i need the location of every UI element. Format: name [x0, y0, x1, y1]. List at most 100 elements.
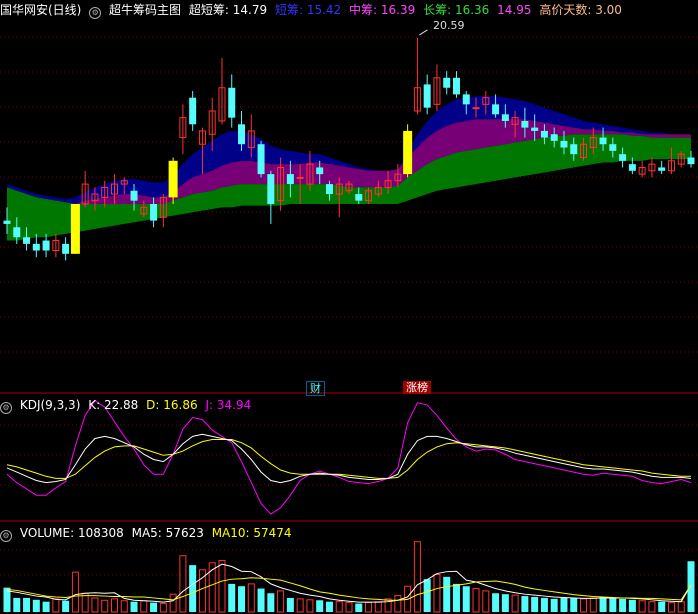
- volume-bar-down: [550, 598, 558, 612]
- down-candle-body: [570, 144, 578, 155]
- volume-bar-up: [580, 598, 588, 613]
- down-candle-body: [550, 134, 558, 141]
- down-candle-body: [13, 227, 21, 238]
- down-candle-body: [628, 164, 636, 171]
- volume-ma5: MA5: 57623: [132, 526, 204, 540]
- kdj-j-line: [6, 400, 692, 515]
- volume-bar-down: [452, 583, 460, 612]
- volume-ma10-label: MA10:: [211, 526, 250, 540]
- volume-bar-down: [540, 597, 548, 612]
- down-candle-body: [687, 157, 695, 165]
- down-candle-body: [423, 84, 431, 108]
- down-candle-body: [150, 204, 158, 221]
- down-candle-body: [599, 137, 607, 145]
- down-candle-body: [267, 174, 275, 204]
- down-candle-body: [658, 167, 666, 171]
- volume-bar-down: [570, 597, 578, 612]
- ind-short: 短筹: 15.42: [275, 3, 341, 17]
- settings-icon[interactable]: ⚙: [89, 7, 102, 19]
- volume-bar-down: [62, 600, 70, 612]
- volume-ma5-value: 57623: [165, 526, 204, 540]
- down-candle-body: [32, 243, 40, 251]
- volume-bar-up: [384, 598, 392, 613]
- volume-bar-up: [306, 599, 314, 613]
- ind-short-label: 短筹:: [274, 3, 303, 17]
- down-candle-body: [62, 243, 70, 254]
- limit-up-candle: [70, 204, 80, 254]
- volume-bar-down: [130, 601, 138, 612]
- volume-bar-down: [238, 586, 246, 612]
- financial-report-marker[interactable]: 财: [306, 381, 325, 396]
- volume-name[interactable]: VOLUME:: [20, 526, 74, 540]
- volume-bar-down: [599, 597, 607, 612]
- down-candle-body: [531, 127, 539, 131]
- volume-bar-up: [169, 593, 177, 613]
- volume-bar-up: [179, 555, 187, 613]
- volume-bar-up: [71, 571, 79, 613]
- volume-bar-down: [492, 593, 500, 612]
- volume-bar-up: [511, 594, 519, 613]
- kdj-k: K: 22.88: [88, 398, 138, 412]
- down-candle-body: [23, 237, 31, 244]
- volume-bar-up: [101, 599, 109, 613]
- ind-long: 长筹: 16.36: [423, 3, 489, 17]
- down-candle-body: [452, 77, 460, 95]
- down-candle-body: [189, 97, 197, 125]
- up-candle-body: [296, 176, 304, 179]
- kdj-settings-icon[interactable]: ⚙: [0, 402, 12, 414]
- volume-header: ⚙ VOLUME: 108308 MA5: 57623 MA10: 57474: [0, 525, 296, 542]
- ind-highdays-value: 3.00: [595, 3, 622, 17]
- ind-mid-value: 16.39: [380, 3, 416, 17]
- down-candle-body: [443, 77, 451, 88]
- volume-ma10-value: 57474: [253, 526, 292, 540]
- volume-bar-up: [52, 598, 60, 613]
- volume-bar-down: [13, 597, 21, 612]
- down-candle-body: [325, 184, 333, 195]
- ind-ultrashort-label: 超短筹:: [188, 3, 229, 17]
- kdj-header: ⚙ KDJ(9,3,3) K: 22.88 D: 16.86 J: 34.94: [0, 397, 255, 414]
- down-candle-body: [609, 144, 617, 151]
- kdj-j-value: 34.94: [216, 398, 252, 412]
- volume-bar-down: [257, 588, 265, 612]
- volume-bar-down: [609, 597, 617, 612]
- volume-bar-up: [433, 574, 441, 613]
- volume-bar-down: [443, 576, 451, 612]
- down-candle-body: [462, 94, 470, 105]
- volume-settings-icon[interactable]: ⚙: [0, 530, 12, 542]
- volume-ma10: MA10: 57474: [212, 526, 292, 540]
- volume-bar-down: [325, 601, 333, 612]
- limit-up-list-marker[interactable]: 涨榜: [403, 381, 431, 394]
- down-candle-body: [228, 87, 236, 118]
- ind-short-value: 15.42: [306, 3, 342, 17]
- volume-bar-down: [531, 597, 539, 612]
- volume-bar-down: [267, 593, 275, 612]
- volume-bar-down: [658, 601, 666, 612]
- ind-long-value: 16.36: [454, 3, 490, 17]
- ind-extra-value: 14.95: [497, 3, 532, 17]
- volume-bar-up: [648, 601, 656, 613]
- volume-bar-up: [159, 603, 167, 613]
- down-candle-body: [501, 114, 509, 121]
- volume-bar-down: [628, 599, 636, 612]
- down-candle-body: [130, 190, 138, 201]
- kdj-j-label: J:: [205, 398, 214, 412]
- kdj-k-label: K:: [88, 398, 101, 412]
- volume-bar-down: [189, 565, 197, 612]
- volume-bar-up: [345, 602, 353, 613]
- kdj-d-value: 16.86: [163, 398, 198, 412]
- volume-bar-down: [619, 598, 627, 612]
- stock-chart-canvas[interactable]: [0, 0, 698, 614]
- volume-value: VOLUME: 108308: [20, 526, 124, 540]
- main-header: 国华网安(日线) ⚙ 超牛筹码主图 超短筹: 14.79 短筹: 15.42 中…: [0, 2, 626, 19]
- stock-name[interactable]: 国华网安(日线): [0, 3, 81, 17]
- volume-ma5-label: MA5:: [131, 526, 162, 540]
- kdj-name[interactable]: KDJ(9,3,3): [20, 398, 81, 412]
- indicator-name[interactable]: 超牛筹码主图: [109, 3, 181, 17]
- volume-bar-down: [23, 597, 31, 612]
- volume-bar-down: [316, 600, 324, 612]
- limit-up-candle: [403, 130, 413, 175]
- up-candle-body: [472, 107, 480, 110]
- volume-bar-up: [482, 590, 490, 613]
- down-candle-body: [238, 124, 246, 145]
- volume-bar-down: [687, 561, 695, 612]
